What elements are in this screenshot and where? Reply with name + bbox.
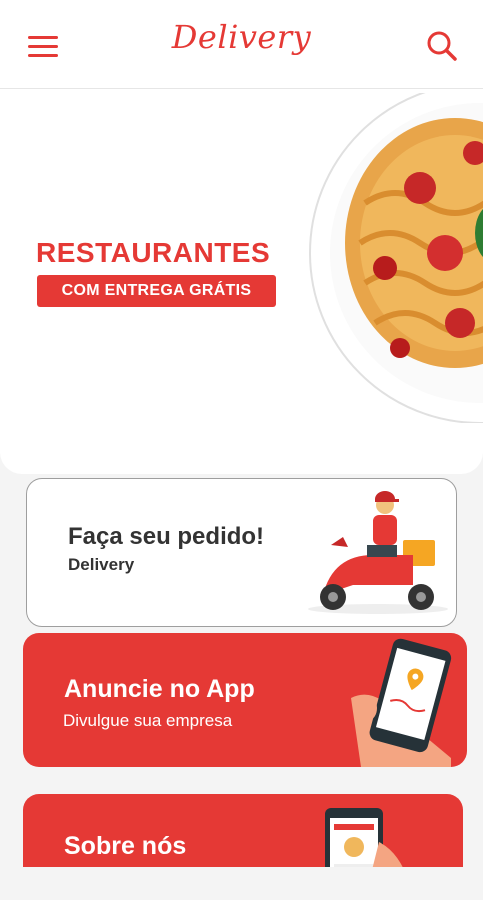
about-card-title: Sobre nós <box>64 832 187 860</box>
bottom-bar <box>0 867 483 900</box>
order-card-title: Faça seu pedido! <box>68 523 265 550</box>
advertise-card[interactable]: Anuncie no App Divulgue sua empresa <box>23 633 467 767</box>
app-header: Delivery <box>0 0 483 89</box>
phone-in-hand-illustration <box>351 638 452 767</box>
order-card-subtitle: Delivery <box>68 555 135 574</box>
hero-title: RESTAURANTES <box>36 237 271 268</box>
pasta-dish-image <box>309 93 483 423</box>
advertise-card-title: Anuncie no App <box>64 675 255 703</box>
advertise-card-subtitle: Divulgue sua empresa <box>63 711 233 730</box>
order-card[interactable]: Faça seu pedido! Delivery <box>26 478 457 627</box>
delivery-scooter-illustration <box>308 491 448 614</box>
free-delivery-badge: COM ENTREGA GRÁTIS <box>37 275 276 307</box>
search-icon[interactable] <box>424 28 460 64</box>
hero-banner[interactable]: RESTAURANTES COM ENTREGA GRÁTIS <box>0 89 483 474</box>
app-logo: Delivery <box>171 18 312 56</box>
